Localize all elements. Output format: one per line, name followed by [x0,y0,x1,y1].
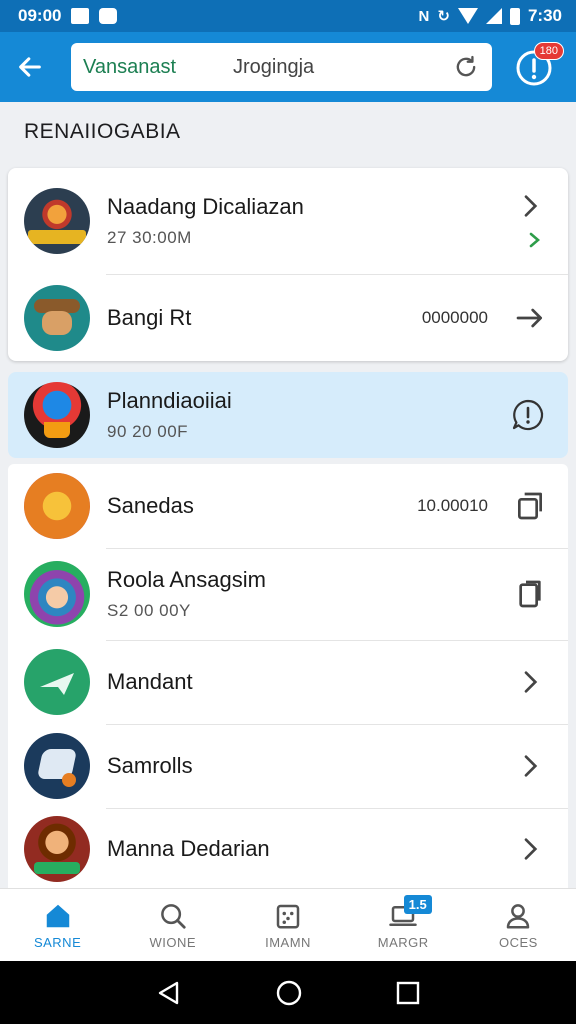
nav-item-home[interactable]: SARNE [0,889,115,961]
arrow-left-icon [19,57,41,77]
back-button[interactable] [0,32,60,102]
list-item-mandant[interactable]: Mandant [8,640,568,724]
list-item-bangi[interactable]: Bangi Rt 0000000 [8,274,568,361]
status-clock-right: 7:30 [527,6,562,25]
status-time: 09:00 [18,6,62,25]
item-subtitle: 90 20 00F [107,422,189,441]
home-icon [46,904,69,927]
nav-label: MARGR [377,934,429,950]
nav-label: IMAMN [265,934,311,950]
system-back-button[interactable] [156,980,182,1006]
nav-label: SARNE [33,934,82,950]
item-value: 0000000 [421,307,488,327]
chevron-right-icon [514,750,546,782]
search-icon [160,903,186,929]
item-subtitle: S2 00 00Y [107,601,191,620]
info-button[interactable]: 180 [514,42,564,88]
chevron-right-icon [514,666,546,698]
nav-item-search[interactable]: WIONE [115,889,230,961]
nav-badge: 1.5 [403,895,432,914]
avatar [24,284,90,351]
battery-icon [509,7,520,25]
circle-home-icon [276,980,302,1005]
nav-label: WIONE [149,934,197,950]
list-card-highlighted: Planndiaoiiai 90 20 00F [8,372,568,458]
plane-icon [40,673,74,695]
wifi-icon [457,8,478,24]
item-title: Samrolls [107,753,193,778]
item-title: Planndiaoiiai [107,388,232,413]
avatar [24,649,90,715]
avatar [24,561,90,627]
arrow-right-icon[interactable] [514,302,546,334]
system-navigation-bar [0,961,576,1024]
nav-item-games[interactable]: IMAMN [230,889,345,961]
nav-item-profile[interactable]: OCES [461,889,576,961]
item-title: Naadang Dicaliazan [107,194,304,219]
avatar [24,733,90,799]
item-title: Sanedas [107,493,194,518]
item-title: Roola Ansagsim [107,567,266,592]
avatar [24,382,90,448]
sync-icon: ↻ [437,8,450,25]
section-title: RENAIIOGABIA [24,120,181,143]
list-item-planndia[interactable]: Planndiaoiiai 90 20 00F [8,372,568,458]
triangle-back-icon [159,981,179,1004]
chevron-right-icon [514,190,546,222]
list-item-roola[interactable]: Roola Ansagsim S2 00 00Y [8,548,568,640]
refresh-icon[interactable] [452,53,480,81]
system-home-button[interactable] [275,979,303,1007]
nav-item-messages[interactable]: MARGR 1.5 [346,889,461,961]
list-item-samrolls[interactable]: Samrolls [8,724,568,808]
search-scope[interactable]: Vansanast [83,56,233,79]
search-box[interactable]: Vansanast [71,43,492,91]
square-recents-icon [396,981,419,1004]
list-item-naadang[interactable]: Naadang Dicaliazan 27 30:00M [8,168,568,274]
copy-icon[interactable] [514,490,546,522]
avatar [24,188,90,254]
nfc-icon: N [418,7,430,25]
search-input[interactable] [233,55,443,79]
dice-icon [276,904,300,928]
system-recents-button[interactable] [396,981,420,1005]
status-bar: 09:00 N ↻ 7:30 [0,0,576,32]
nav-label: OCES [498,934,538,950]
item-title: Manna Dedarian [107,835,270,861]
item-title: Bangi Rt [107,304,192,330]
profile-icon [507,903,530,928]
green-chevron-icon [529,232,540,248]
app-bar: Vansanast 180 [0,32,576,102]
feedback-icon[interactable] [510,397,546,433]
item-title: Mandant [107,669,193,694]
notification-image-icon [71,8,90,24]
list-card: Sanedas 10.00010 Roola Ansagsim S2 00 00… [8,464,568,889]
avatar [24,473,90,539]
bottom-navigation: SARNE WIONE IMAMN MARGR 1.5 OCES [0,888,576,961]
notification-app-icon [99,8,118,24]
notification-badge: 180 [533,42,564,60]
item-subtitle: 27 30:00M [107,228,192,247]
list-item-sanedas[interactable]: Sanedas 10.00010 [8,464,568,548]
list-item-manna[interactable]: Manna Dedarian [8,808,568,889]
list-card: Naadang Dicaliazan 27 30:00M Bangi Rt 00… [8,168,568,361]
avatar [24,815,90,882]
signal-icon [485,8,502,24]
item-value: 10.00010 [417,496,488,515]
document-icon[interactable] [514,578,546,610]
chevron-right-icon [514,833,546,865]
